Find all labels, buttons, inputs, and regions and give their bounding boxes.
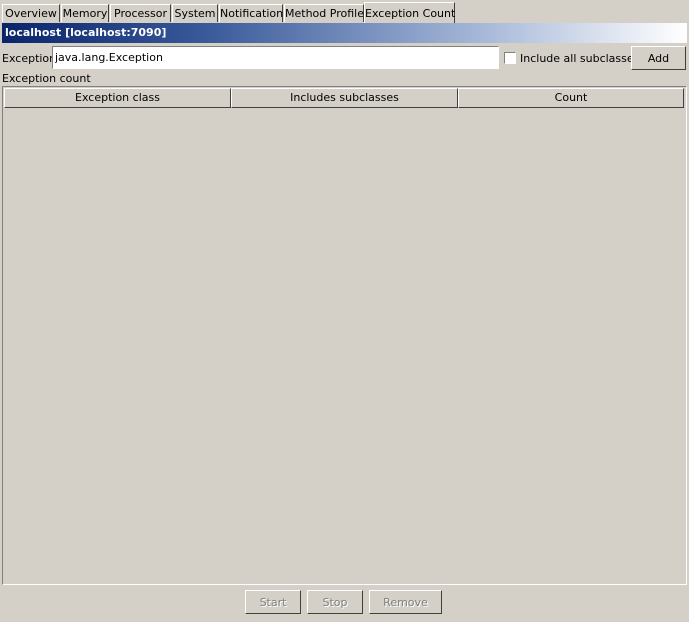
- column-header-count[interactable]: Count: [458, 88, 684, 108]
- tab-method-profiler[interactable]: Method Profiler: [284, 4, 368, 22]
- exception-count-caption: Exception count: [2, 72, 91, 85]
- column-header-exception-class[interactable]: Exception class: [4, 88, 231, 108]
- tab-memory[interactable]: Memory: [61, 4, 109, 22]
- connection-title: localhost [localhost:7090]: [5, 26, 167, 39]
- exception-count-table[interactable]: Exception class Includes subclasses Coun…: [2, 86, 687, 585]
- exception-input[interactable]: [52, 46, 499, 69]
- include-subclasses-label[interactable]: Include all subclasses: [520, 52, 639, 65]
- start-button[interactable]: Start: [245, 590, 301, 614]
- include-subclasses-checkbox[interactable]: [504, 52, 516, 64]
- control-panel: Start Stop Remove: [2, 585, 687, 620]
- connection-title-bar: localhost [localhost:7090]: [2, 23, 687, 43]
- tab-processor[interactable]: Processor: [110, 4, 171, 22]
- tab-system[interactable]: System: [172, 4, 218, 22]
- tab-overview[interactable]: Overview: [2, 4, 60, 22]
- add-button[interactable]: Add: [631, 46, 686, 70]
- tab-notification[interactable]: Notification: [219, 4, 283, 22]
- tab-exception-count[interactable]: Exception Count: [364, 2, 455, 23]
- stop-button[interactable]: Stop: [307, 590, 363, 614]
- column-header-includes-subclasses[interactable]: Includes subclasses: [231, 88, 458, 108]
- remove-button[interactable]: Remove: [369, 590, 442, 614]
